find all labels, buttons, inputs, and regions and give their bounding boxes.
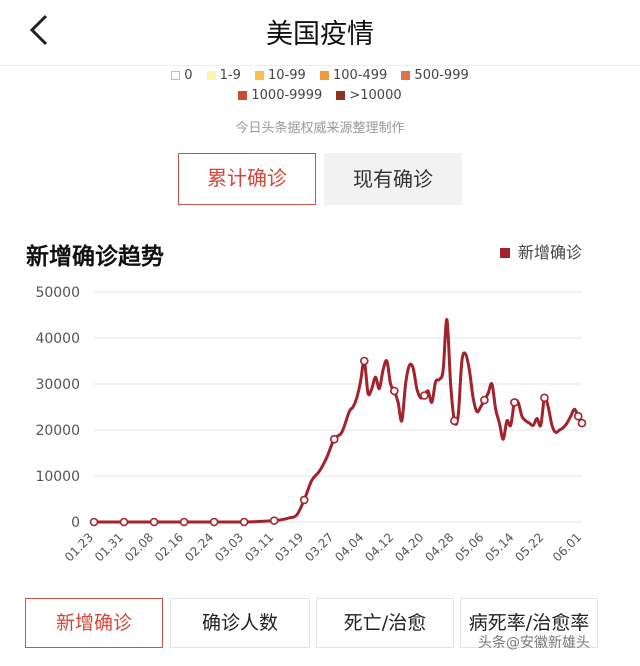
y-tick-label: 20000 [35, 423, 80, 439]
legend-swatch [206, 71, 216, 80]
data-point-marker [359, 356, 369, 366]
x-tick-label: 03.03 [212, 530, 246, 564]
watermark-text: 头条@安徽新雄头 [478, 635, 590, 651]
source-note: 今日头条据权威来源整理制作 [235, 121, 405, 136]
data-point-marker [149, 517, 159, 527]
x-tick-label: 04.12 [362, 530, 396, 564]
data-point-marker [209, 517, 219, 527]
x-tick-label: 03.27 [302, 530, 336, 564]
series-legend[interactable]: 新增确诊 [500, 239, 582, 263]
y-tick-label: 40000 [35, 331, 80, 347]
legend-swatch [255, 71, 265, 80]
new-cases-trend-chart[interactable]: 0 10000 20000 30000 40000 50000 01.2301.3102.0… [0, 270, 640, 590]
data-point-marker [390, 386, 399, 396]
chart-title: 新增确诊趋势 [26, 244, 164, 270]
legend-item: 10-99 [255, 68, 306, 83]
bottom-tab-death-cure[interactable]: 死亡/治愈 [316, 598, 454, 648]
y-tick-label: 50000 [35, 285, 80, 301]
legend-swatch [336, 91, 346, 100]
data-point-marker [89, 517, 99, 527]
data-point-marker [269, 516, 279, 525]
map-legend-row-1: 0 1-9 10-99 100-499 500-999 [0, 68, 640, 83]
data-point-marker [450, 416, 459, 426]
x-tick-label: 03.11 [242, 530, 276, 564]
x-tick-label: 01.23 [62, 530, 96, 564]
x-tick-label: 05.06 [452, 530, 486, 564]
x-tick-label: 05.14 [482, 530, 516, 564]
x-tick-label: 06.01 [550, 530, 584, 564]
x-tick-label: 05.22 [512, 530, 546, 564]
tab-current-confirmed[interactable]: 现有确诊 [324, 153, 462, 205]
data-point-marker [510, 398, 519, 407]
data-point-marker [577, 418, 587, 428]
series-line-new-confirmed [92, 318, 584, 524]
y-tick-label: 0 [71, 515, 80, 531]
x-tick-label: 01.31 [92, 530, 126, 564]
legend-item: 0 [171, 68, 193, 83]
series-legend-label: 新增确诊 [518, 243, 583, 262]
header-bar: 美国疫情 [0, 0, 640, 66]
x-tick-label: 02.24 [182, 530, 216, 564]
data-point-marker [179, 517, 189, 527]
legend-item: 1-9 [206, 68, 241, 83]
legend-swatch [238, 91, 248, 100]
data-point-marker [239, 517, 249, 527]
data-point-marker [119, 517, 129, 527]
data-point-marker [480, 395, 489, 405]
data-point-marker [540, 393, 549, 403]
legend-swatch [171, 71, 181, 80]
y-tick-label: 10000 [35, 469, 80, 485]
legend-item: 100-499 [319, 68, 387, 83]
legend-swatch [319, 71, 329, 80]
page-title: 美国疫情 [266, 19, 374, 50]
bottom-tab-total-confirmed[interactable]: 确诊人数 [170, 598, 310, 648]
legend-swatch [401, 71, 411, 80]
data-point-marker [329, 434, 339, 444]
x-tick-label: 02.08 [122, 530, 156, 564]
map-legend-row-2: 1000-9999 >10000 [0, 88, 640, 103]
legend-item: >10000 [336, 88, 402, 103]
legend-item: 1000-9999 [238, 88, 322, 103]
data-point-marker [420, 391, 429, 400]
y-tick-label: 30000 [35, 377, 80, 393]
legend-item: 500-999 [401, 68, 469, 83]
data-point-marker [299, 495, 309, 505]
x-tick-label: 02.16 [152, 530, 186, 564]
x-tick-label: 04.04 [332, 530, 366, 564]
data-point-marker [573, 411, 583, 421]
x-tick-label: 04.28 [422, 530, 456, 564]
series-legend-swatch [500, 248, 510, 258]
x-tick-label: 04.20 [392, 530, 426, 564]
bottom-tab-new-confirmed[interactable]: 新增确诊 [25, 598, 163, 648]
x-tick-label: 03.19 [272, 530, 306, 564]
tab-cumulative-confirmed[interactable]: 累计确诊 [178, 153, 316, 205]
